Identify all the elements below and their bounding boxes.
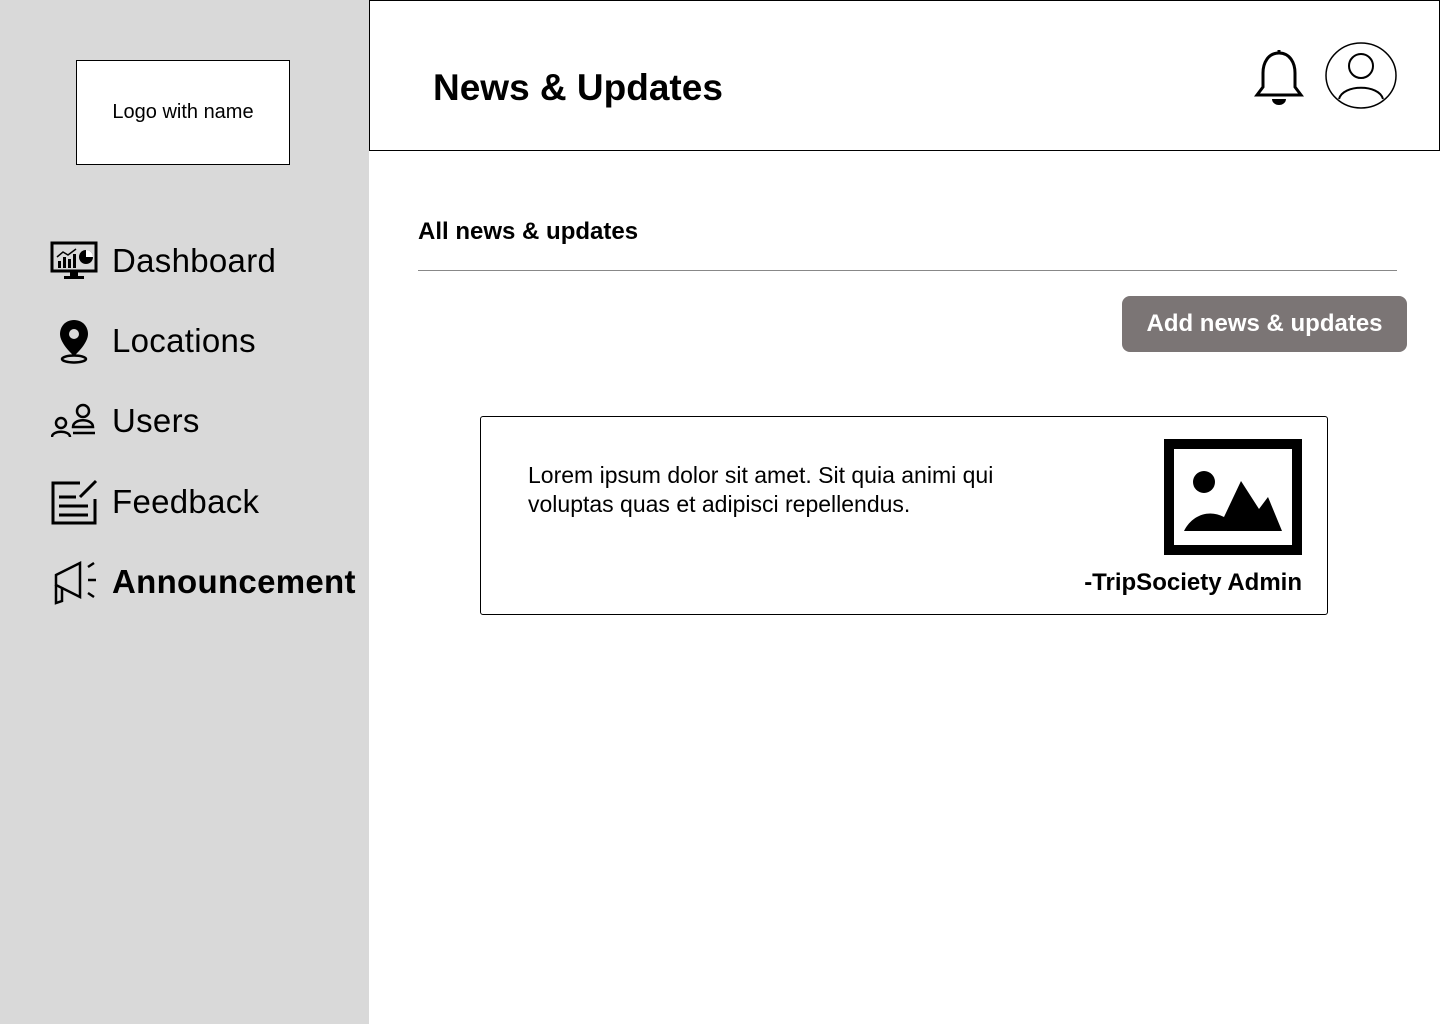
sidebar-item-dashboard[interactable]: Dashboard bbox=[50, 236, 276, 286]
bell-icon[interactable] bbox=[1254, 49, 1304, 109]
sidebar-item-label: Locations bbox=[112, 322, 256, 359]
add-news-button[interactable]: Add news & updates bbox=[1122, 296, 1407, 352]
users-icon bbox=[50, 397, 98, 445]
sidebar-item-label: Dashboard bbox=[112, 242, 277, 279]
image-placeholder-icon bbox=[1164, 439, 1302, 555]
news-card-text: Lorem ipsum dolor sit amet. Sit quia ani… bbox=[528, 462, 994, 517]
sidebar-item-feedback[interactable]: Feedback bbox=[50, 477, 259, 527]
section-title: All news & updates bbox=[418, 218, 639, 245]
sidebar-item-label: Feedback bbox=[112, 483, 260, 520]
sidebar-item-users[interactable]: Users bbox=[50, 396, 200, 446]
top-header: News & Updates bbox=[369, 0, 1440, 151]
sidebar-item-label: Announcement bbox=[112, 563, 356, 600]
logo[interactable]: Logo with name bbox=[76, 60, 290, 165]
sidebar-item-announcement[interactable]: Announcement bbox=[50, 557, 356, 607]
news-card-author: -TripSociety Admin bbox=[1084, 569, 1302, 596]
user-avatar-icon[interactable] bbox=[1325, 42, 1397, 109]
dashboard-monitor-icon bbox=[50, 237, 98, 285]
news-card[interactable]: Lorem ipsum dolor sit amet. Sit quia ani… bbox=[480, 416, 1328, 615]
sidebar-item-label: Users bbox=[112, 402, 200, 439]
megaphone-icon bbox=[50, 558, 98, 606]
feedback-edit-icon bbox=[50, 478, 98, 526]
sidebar-item-locations[interactable]: Locations bbox=[50, 316, 256, 366]
divider bbox=[418, 270, 1397, 271]
page-title: News & Updates bbox=[433, 67, 723, 108]
logo-text: Logo with name bbox=[112, 101, 254, 123]
sidebar: Logo with name Dashboard Locations Users… bbox=[0, 0, 369, 1024]
location-pin-icon bbox=[50, 317, 98, 365]
